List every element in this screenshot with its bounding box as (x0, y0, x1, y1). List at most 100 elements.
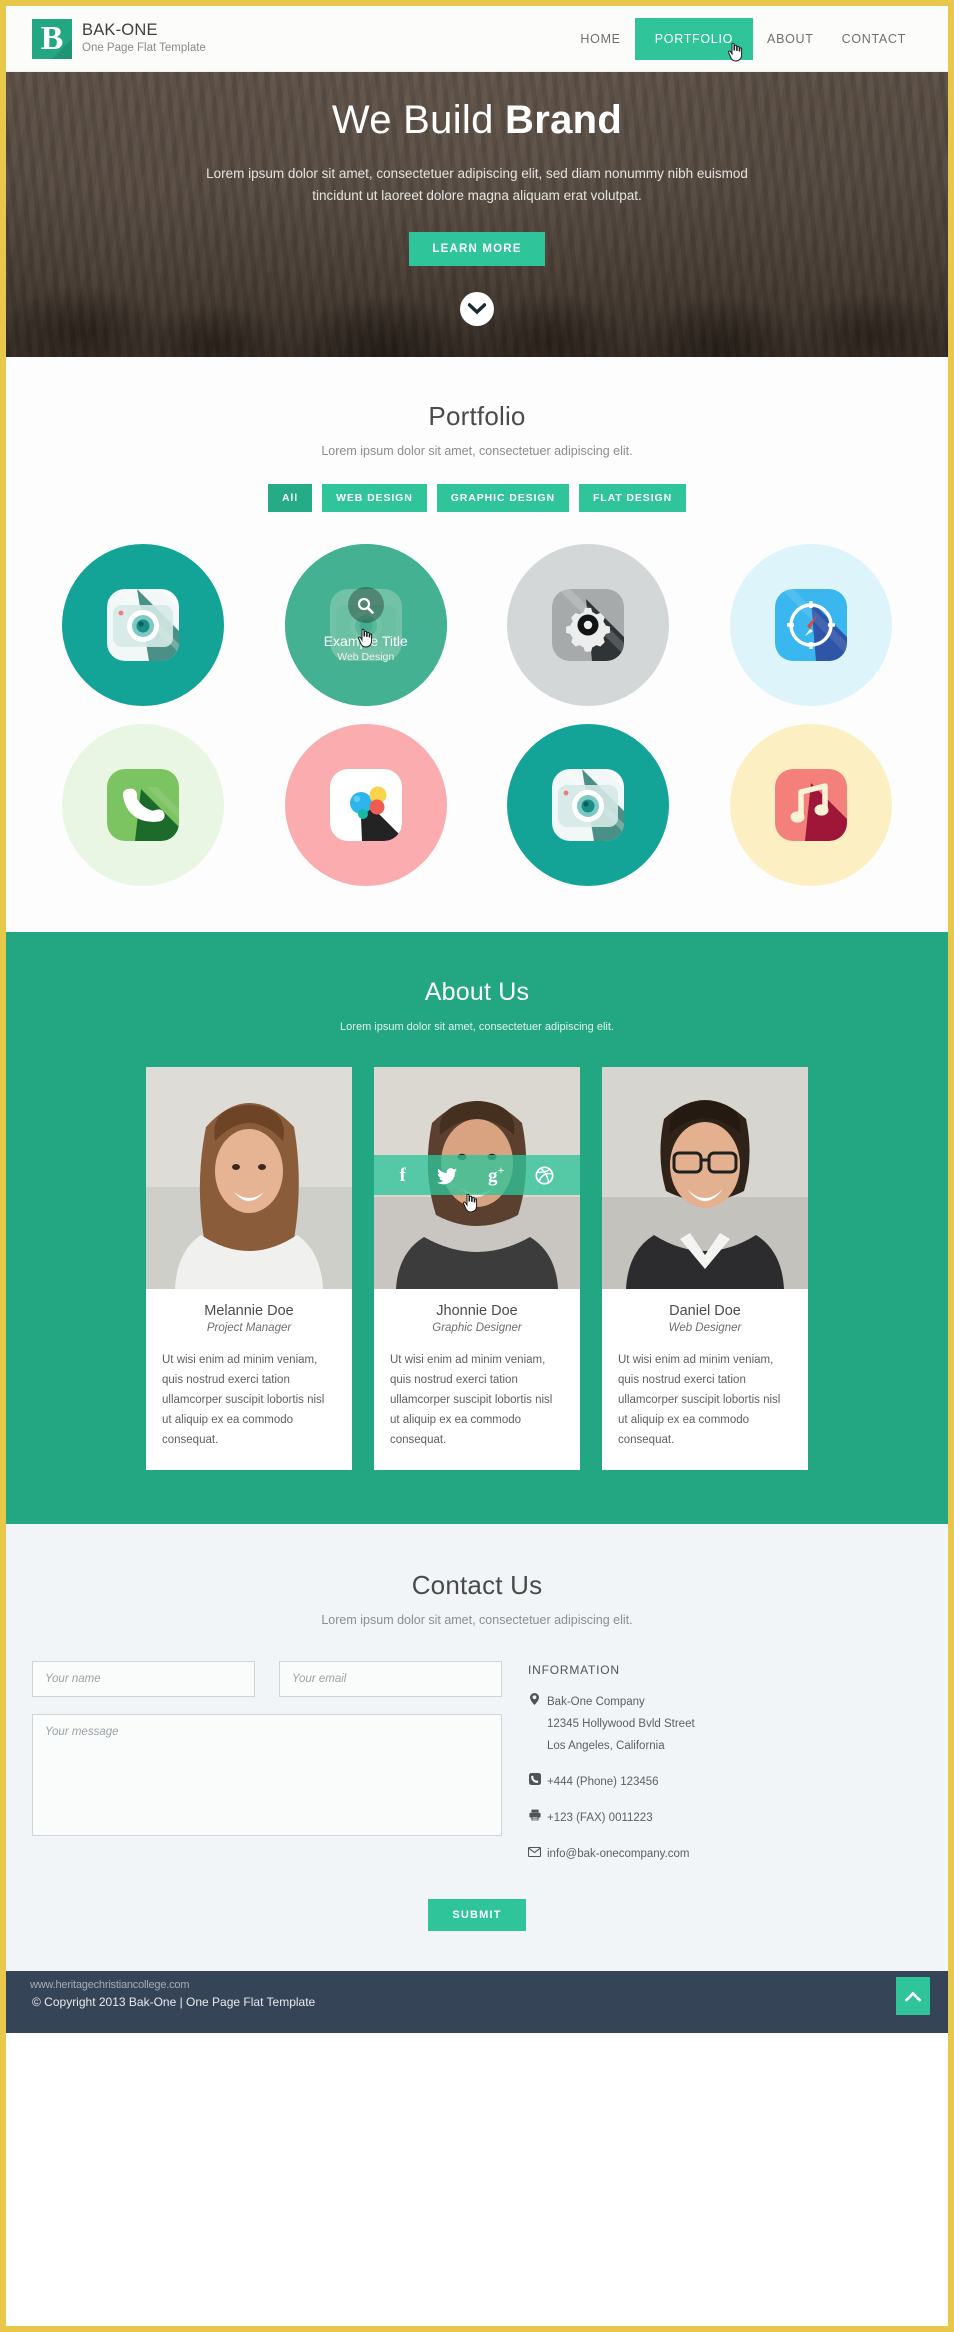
contact-form (32, 1661, 502, 1865)
about-subtitle: Lorem ipsum dolor sit amet, consectetuer… (340, 1021, 614, 1033)
dribbble-icon[interactable] (535, 1165, 554, 1185)
email-value: info@bak-onecompany.com (547, 1848, 690, 1860)
contact-title: Contact Us (411, 1570, 543, 1600)
google-plus-icon[interactable]: g+ (488, 1164, 504, 1185)
portfolio-item-hovered[interactable]: Example Title Web Design (284, 544, 447, 706)
watermark-text: www.heritagechristiancollege.com (30, 1979, 190, 1991)
portfolio-hover-category: Web Design (337, 651, 395, 663)
team-list: Melannie Doe Project Manager Ut wisi eni… (32, 1067, 922, 1470)
nav-item-contact[interactable]: CONTACT (828, 22, 920, 56)
member-name: Daniel Doe (669, 1303, 741, 1319)
brand-text: BAK-ONE One Page Flat Template (82, 21, 206, 56)
member-name: Jhonnie Doe (436, 1303, 518, 1319)
filter-flat-design[interactable]: FLAT DESIGN (578, 484, 687, 512)
gear-icon (552, 589, 625, 661)
phone-icon (107, 769, 180, 841)
nav-item-about[interactable]: ABOUT (753, 22, 828, 56)
hero-title-bold: Brand (505, 98, 623, 142)
portfolio-item[interactable] (729, 724, 892, 886)
main-nav: HOME PORTFOLIO ABOUT CONTACT (566, 17, 920, 62)
name-input[interactable] (32, 1661, 255, 1697)
team-member: Melannie Doe Project Manager Ut wisi eni… (146, 1067, 352, 1470)
team-member: Daniel Doe Web Designer Ut wisi enim ad … (602, 1067, 808, 1470)
team-member: f g+ Jhonnie Doe Graphic Designer Ut wis… (374, 1067, 580, 1470)
hero-paragraph: Lorem ipsum dolor sit amet, consectetuer… (206, 166, 748, 203)
fax-line: +123 (FAX) 0011223 (528, 1807, 695, 1829)
hero-content: We Build Brand Lorem ipsum dolor sit ame… (6, 72, 948, 326)
filter-web-design[interactable]: WEB DESIGN (322, 484, 427, 512)
logo-shadow (52, 38, 72, 59)
portfolio-item[interactable] (729, 544, 892, 706)
copyright-text: © Copyright 2013 Bak-One | One Page Flat… (32, 1995, 316, 2009)
hero-title-light: We Build (331, 98, 506, 142)
portfolio-item[interactable] (284, 724, 447, 886)
brand-name: BAK-ONE (82, 21, 158, 39)
portfolio-item[interactable] (507, 544, 670, 706)
nav-item-home[interactable]: HOME (566, 22, 634, 56)
chevron-up-icon (905, 1991, 921, 2002)
member-bio: Ut wisi enim ad minim veniam, quis nostr… (618, 1354, 781, 1446)
fax-value: +123 (FAX) 0011223 (547, 1812, 653, 1824)
portfolio-hover-overlay: Example Title Web Design (284, 544, 447, 706)
twitter-icon[interactable] (436, 1165, 457, 1184)
camera-icon (552, 769, 625, 841)
hero-title: We Build Brand (6, 94, 948, 146)
submit-button[interactable]: SUBMIT (428, 1899, 526, 1931)
email-input[interactable] (279, 1661, 502, 1697)
portfolio-grid: Example Title Web Design (32, 544, 922, 886)
portfolio-subtitle: Lorem ipsum dolor sit amet, consectetuer… (321, 444, 633, 458)
social-icons-bar: f g+ (374, 1155, 580, 1195)
nav-item-portfolio[interactable]: PORTFOLIO (634, 17, 754, 60)
address-line-1: 12345 Hollywood Bvld Street (547, 1718, 695, 1730)
member-photo (602, 1067, 808, 1289)
member-role: Graphic Designer (432, 1322, 522, 1334)
filter-graphic-design[interactable]: GRAPHIC DESIGN (436, 484, 569, 512)
portfolio-item[interactable] (62, 544, 225, 706)
contact-subtitle: Lorem ipsum dolor sit amet, consectetuer… (321, 1613, 633, 1627)
company-line: Bak-One Company (528, 1691, 695, 1713)
portfolio-item[interactable] (62, 724, 225, 886)
printer-icon (528, 1807, 541, 1829)
address-line-2: Los Angeles, California (547, 1740, 665, 1752)
compass-icon (774, 589, 847, 661)
message-textarea[interactable] (32, 1714, 502, 1836)
site-footer: © Copyright 2013 Bak-One | One Page Flat… (6, 1971, 948, 2033)
brand-tagline: One Page Flat Template (82, 42, 206, 54)
member-photo: f g+ (374, 1067, 580, 1289)
search-icon[interactable] (347, 587, 384, 623)
contact-section: Contact Us Lorem ipsum dolor sit amet, c… (6, 1524, 948, 1971)
contact-form-row (32, 1661, 502, 1697)
portfolio-section: Portfolio Lorem ipsum dolor sit amet, co… (6, 357, 948, 932)
portfolio-item[interactable] (507, 724, 670, 886)
avatar (146, 1067, 352, 1289)
member-name: Melannie Doe (204, 1303, 294, 1319)
contact-body: INFORMATION Bak-One Company 12345 Hollyw… (32, 1661, 922, 1865)
envelope-icon (527, 1843, 542, 1865)
chevron-down-icon (468, 303, 486, 315)
submit-row: SUBMIT (32, 1899, 922, 1931)
about-title: About Us (424, 978, 530, 1006)
filter-all[interactable]: All (267, 484, 313, 512)
member-photo (146, 1067, 352, 1289)
about-section: About Us Lorem ipsum dolor sit amet, con… (6, 932, 948, 1524)
music-icon (774, 769, 847, 841)
back-to-top-button[interactable] (896, 1977, 930, 2015)
portfolio-title: Portfolio (428, 401, 526, 431)
site-header: B BAK-ONE One Page Flat Template HOME PO… (6, 6, 948, 72)
map-pin-icon (528, 1691, 541, 1713)
learn-more-button[interactable]: LEARN MORE (409, 232, 545, 266)
bubbles-icon (329, 769, 402, 841)
facebook-icon[interactable]: f (400, 1166, 406, 1185)
portfolio-hover-title: Example Title (323, 633, 408, 649)
scroll-down-button[interactable] (460, 292, 494, 326)
information-heading: INFORMATION (528, 1663, 620, 1677)
email-line: info@bak-onecompany.com (527, 1843, 695, 1865)
company-name: Bak-One Company (547, 1696, 645, 1708)
brand-logo[interactable]: B BAK-ONE One Page Flat Template (32, 18, 206, 59)
camera-icon (107, 589, 180, 661)
avatar (602, 1067, 808, 1289)
phone-line: +444 (Phone) 123456 (528, 1771, 695, 1793)
member-bio: Ut wisi enim ad minim veniam, quis nostr… (390, 1354, 553, 1446)
member-bio: Ut wisi enim ad minim veniam, quis nostr… (162, 1354, 325, 1446)
member-role: Web Designer (668, 1322, 742, 1334)
